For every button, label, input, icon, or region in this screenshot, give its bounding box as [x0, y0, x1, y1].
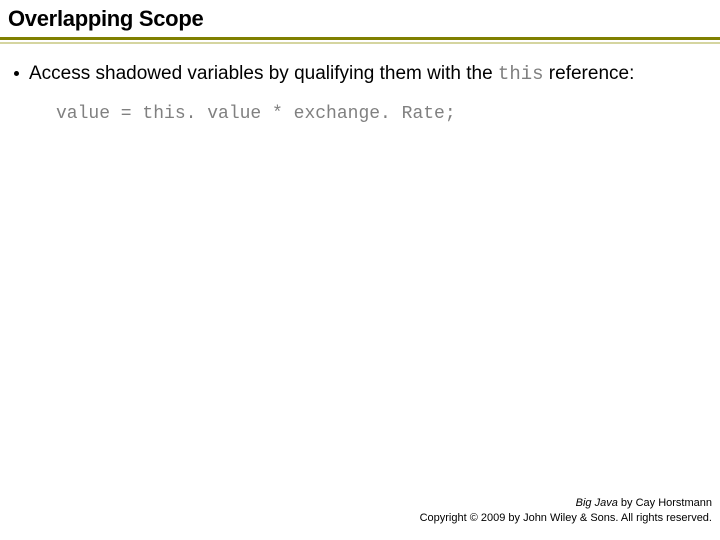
content-area: Access shadowed variables by qualifying …	[0, 44, 720, 127]
footer: Big Java by Cay Horstmann Copyright © 20…	[420, 496, 712, 526]
bullet-text: Access shadowed variables by qualifying …	[29, 62, 710, 86]
bullet-item: Access shadowed variables by qualifying …	[10, 62, 710, 86]
footer-author: by Cay Horstmann	[618, 497, 712, 509]
footer-book-title: Big Java	[576, 497, 618, 509]
footer-copyright: Copyright © 2009 by John Wiley & Sons. A…	[420, 511, 712, 526]
slide: Overlapping Scope Access shadowed variab…	[0, 0, 720, 540]
bullet-text-pre: Access shadowed variables by qualifying …	[29, 63, 498, 84]
bullet-dot-icon	[14, 71, 19, 76]
bullet-inline-code: this	[498, 63, 544, 85]
bullet-text-post: reference:	[544, 63, 635, 84]
title-rule	[0, 37, 720, 44]
title-bar: Overlapping Scope	[0, 0, 720, 35]
rule-dark	[0, 37, 720, 40]
footer-line-1: Big Java by Cay Horstmann	[420, 496, 712, 511]
code-block: value = this. value * exchange. Rate;	[10, 102, 710, 126]
slide-title: Overlapping Scope	[8, 6, 203, 31]
